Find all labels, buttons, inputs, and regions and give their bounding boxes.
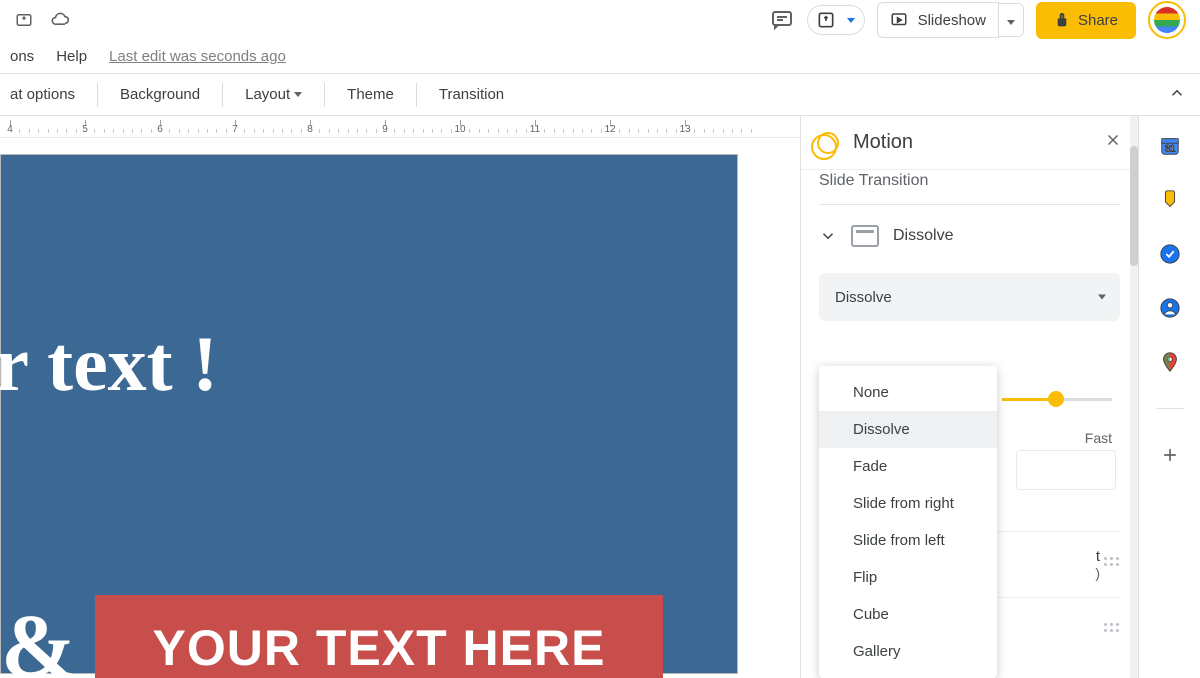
account-avatar[interactable]	[1148, 1, 1186, 39]
move-to-folder-icon[interactable]	[14, 10, 34, 30]
chevron-down-icon	[819, 227, 837, 245]
share-button[interactable]: Share	[1036, 2, 1136, 39]
panel-scrollbar[interactable]	[1130, 116, 1138, 678]
contacts-icon[interactable]	[1158, 296, 1182, 320]
chevron-down-icon	[1098, 295, 1106, 300]
transition-dropdown-menu: NoneDissolveFadeSlide from rightSlide fr…	[819, 366, 997, 678]
drag-handle-icon[interactable]	[1104, 623, 1120, 639]
slide-red-box-text: YOUR TEXT HERE	[153, 619, 606, 677]
slide-red-box[interactable]: YOUR TEXT HERE	[95, 595, 663, 678]
add-addon-icon[interactable]	[1158, 443, 1182, 467]
slide-transition-heading: Slide Transition	[819, 170, 1120, 204]
maps-icon[interactable]	[1158, 350, 1182, 374]
slideshow-button[interactable]: Slideshow	[877, 2, 999, 38]
theme-btn[interactable]: Theme	[347, 86, 394, 103]
motion-title: Motion	[853, 131, 913, 154]
share-label: Share	[1078, 12, 1118, 29]
close-icon[interactable]	[1104, 131, 1122, 154]
side-panel-rail: 31	[1138, 116, 1200, 678]
slideshow-dropdown[interactable]	[999, 3, 1024, 37]
tasks-icon[interactable]	[1158, 242, 1182, 266]
chevron-down-icon	[294, 92, 302, 97]
transition-option[interactable]: Slide from left	[819, 522, 997, 559]
layout-label: Layout	[245, 86, 290, 103]
slide-thumbnail-icon	[851, 225, 879, 247]
slideshow-label: Slideshow	[918, 12, 986, 29]
background-btn[interactable]: Background	[120, 86, 200, 103]
calendar-icon[interactable]: 31	[1158, 134, 1182, 158]
collapse-toolbar-icon[interactable]	[1168, 84, 1186, 106]
speed-slider[interactable]	[1002, 388, 1112, 428]
menu-help[interactable]: Help	[56, 48, 87, 65]
transition-option[interactable]: Gallery	[819, 633, 997, 670]
transition-summary-row[interactable]: Dissolve	[819, 205, 1120, 267]
transition-select[interactable]: Dissolve	[819, 273, 1120, 321]
transition-option[interactable]: Flip	[819, 559, 997, 596]
speed-label: Fast	[1085, 430, 1112, 446]
motion-panel: Motion Slide Transition Dissolve Dissolv…	[800, 116, 1138, 678]
comments-icon[interactable]	[769, 7, 795, 33]
slide-ampersand-text[interactable]: &	[1, 595, 76, 678]
layout-btn[interactable]: Layout	[245, 86, 302, 103]
horizontal-ruler: 45678910111213	[0, 116, 800, 138]
apply-box[interactable]	[1016, 450, 1116, 490]
current-transition: Dissolve	[893, 227, 953, 245]
cloud-status-icon[interactable]	[50, 10, 70, 30]
anim1-line2: )	[1095, 565, 1100, 581]
slider-thumb[interactable]	[1048, 391, 1064, 407]
transition-option[interactable]: None	[819, 374, 997, 411]
transition-option[interactable]: Cube	[819, 596, 997, 633]
transition-option[interactable]: Slide from right	[819, 485, 997, 522]
transition-btn[interactable]: Transition	[439, 86, 504, 103]
transition-option[interactable]: Dissolve	[819, 411, 997, 448]
slide-title-text[interactable]: ur text !	[0, 325, 218, 403]
anim1-line1: t	[1095, 548, 1100, 565]
edit-status[interactable]: Last edit was seconds ago	[109, 48, 286, 65]
keep-icon[interactable]	[1158, 188, 1182, 212]
present-dropdown-icon[interactable]	[842, 11, 860, 29]
svg-text:31: 31	[1164, 144, 1174, 154]
drag-handle-icon[interactable]	[1104, 557, 1120, 573]
motion-icon	[817, 132, 839, 154]
transition-select-value: Dissolve	[835, 289, 892, 306]
slide-canvas[interactable]: ur text ! & YOUR TEXT HERE	[0, 154, 738, 674]
menu-addons[interactable]: ons	[10, 48, 34, 65]
transition-option[interactable]: Fade	[819, 448, 997, 485]
format-options-btn[interactable]: at options	[10, 86, 75, 103]
present-button-group[interactable]	[807, 5, 865, 35]
